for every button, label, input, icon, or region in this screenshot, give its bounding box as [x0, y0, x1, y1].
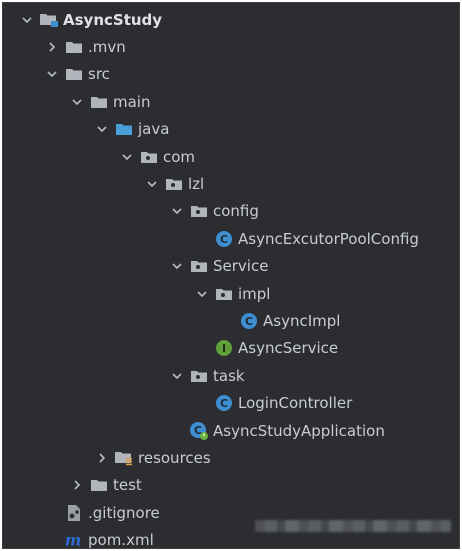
spring-boot-class-icon: C — [189, 421, 209, 440]
tree-node-label: impl — [238, 284, 271, 303]
chevron-right-icon[interactable] — [44, 39, 60, 55]
tree-node-resources[interactable]: resources — [3, 444, 459, 471]
tree-node-asyncstudy[interactable]: AsyncStudy — [3, 6, 459, 33]
tree-node-label: pom.xml — [88, 531, 154, 549]
folder-icon — [89, 476, 109, 494]
tree-node-task[interactable]: task — [3, 362, 459, 389]
tree-node-label: test — [113, 476, 142, 495]
source-folder-icon — [114, 120, 134, 138]
tree-node-label: .gitignore — [88, 503, 160, 522]
tree-node-label: src — [88, 65, 110, 84]
tree-node-test[interactable]: test — [3, 472, 459, 499]
package-icon — [189, 257, 209, 275]
gitignore-file-icon — [64, 504, 84, 522]
tree-node-config[interactable]: config — [3, 198, 459, 225]
tree-node-asyncstudyapplication[interactable]: C AsyncStudyApplication — [3, 417, 459, 444]
tree-node-label: .mvn — [88, 38, 126, 57]
chevron-down-icon[interactable] — [69, 94, 85, 110]
tree-node-main[interactable]: main — [3, 88, 459, 115]
chevron-down-icon[interactable] — [144, 176, 160, 192]
tree-node-label: AsyncExcutorPoolConfig — [238, 229, 419, 248]
chevron-down-icon[interactable] — [119, 149, 135, 165]
package-icon — [164, 175, 184, 193]
package-icon — [139, 148, 159, 166]
class-icon: C — [214, 230, 234, 248]
tree-node-lzl[interactable]: lzl — [3, 170, 459, 197]
tree-node-impl[interactable]: impl — [3, 280, 459, 307]
tree-node-label: AsyncStudy — [63, 10, 163, 29]
tree-node-com[interactable]: com — [3, 143, 459, 170]
tree-node-label: LoginController — [238, 394, 353, 413]
tree-node-label: resources — [138, 448, 211, 467]
tree-node-label: AsyncImpl — [263, 311, 341, 330]
tree-node-asyncservice[interactable]: I AsyncService — [3, 335, 459, 362]
svg-text:C: C — [245, 315, 253, 328]
tree-node-src[interactable]: src — [3, 61, 459, 88]
class-icon: C — [239, 312, 259, 330]
folder-icon — [64, 38, 84, 56]
project-tree: AsyncStudy .mvn src main java com lzl config C As… — [3, 6, 459, 549]
resources-folder-icon — [114, 449, 134, 467]
module-folder-icon — [39, 11, 59, 29]
tree-node-asyncimpl[interactable]: C AsyncImpl — [3, 307, 459, 334]
tree-node-label: main — [113, 92, 151, 111]
chevron-down-icon[interactable] — [169, 368, 185, 384]
folder-icon — [89, 93, 109, 111]
tree-node-mvn[interactable]: .mvn — [3, 33, 459, 60]
chevron-down-icon[interactable] — [44, 66, 60, 82]
project-tool-window: AsyncStudy .mvn src main java com lzl config C As… — [2, 2, 460, 549]
tree-node-label: task — [213, 366, 245, 385]
tree-node-java[interactable]: java — [3, 116, 459, 143]
class-icon: C — [214, 394, 234, 412]
svg-text:C: C — [220, 397, 228, 410]
svg-text:m: m — [65, 532, 81, 548]
package-icon — [189, 202, 209, 220]
tree-node-label: AsyncService — [238, 339, 339, 358]
chevron-down-icon[interactable] — [169, 258, 185, 274]
chevron-down-icon[interactable] — [194, 286, 210, 302]
tree-node-asyncexcutorpoolconfig[interactable]: C AsyncExcutorPoolConfig — [3, 225, 459, 252]
tree-node-label: config — [213, 202, 259, 221]
chevron-right-icon[interactable] — [69, 477, 85, 493]
svg-text:C: C — [220, 233, 228, 246]
chevron-down-icon[interactable] — [94, 121, 110, 137]
blurred-watermark — [255, 520, 451, 532]
package-icon — [214, 285, 234, 303]
tree-node-label: com — [163, 147, 196, 166]
tree-node-label: AsyncStudyApplication — [213, 421, 385, 440]
chevron-right-icon[interactable] — [94, 450, 110, 466]
package-icon — [189, 367, 209, 385]
svg-text:I: I — [222, 342, 226, 355]
maven-pom-icon: m — [64, 531, 84, 548]
folder-icon — [64, 65, 84, 83]
tree-node-label: Service — [213, 257, 269, 276]
tree-node-label: java — [138, 120, 170, 139]
tree-node-logincontroller[interactable]: C LoginController — [3, 389, 459, 416]
interface-icon: I — [214, 339, 234, 357]
tree-node-label: lzl — [188, 175, 205, 194]
chevron-down-icon[interactable] — [169, 203, 185, 219]
chevron-down-icon[interactable] — [19, 12, 35, 28]
tree-node-service[interactable]: Service — [3, 253, 459, 280]
